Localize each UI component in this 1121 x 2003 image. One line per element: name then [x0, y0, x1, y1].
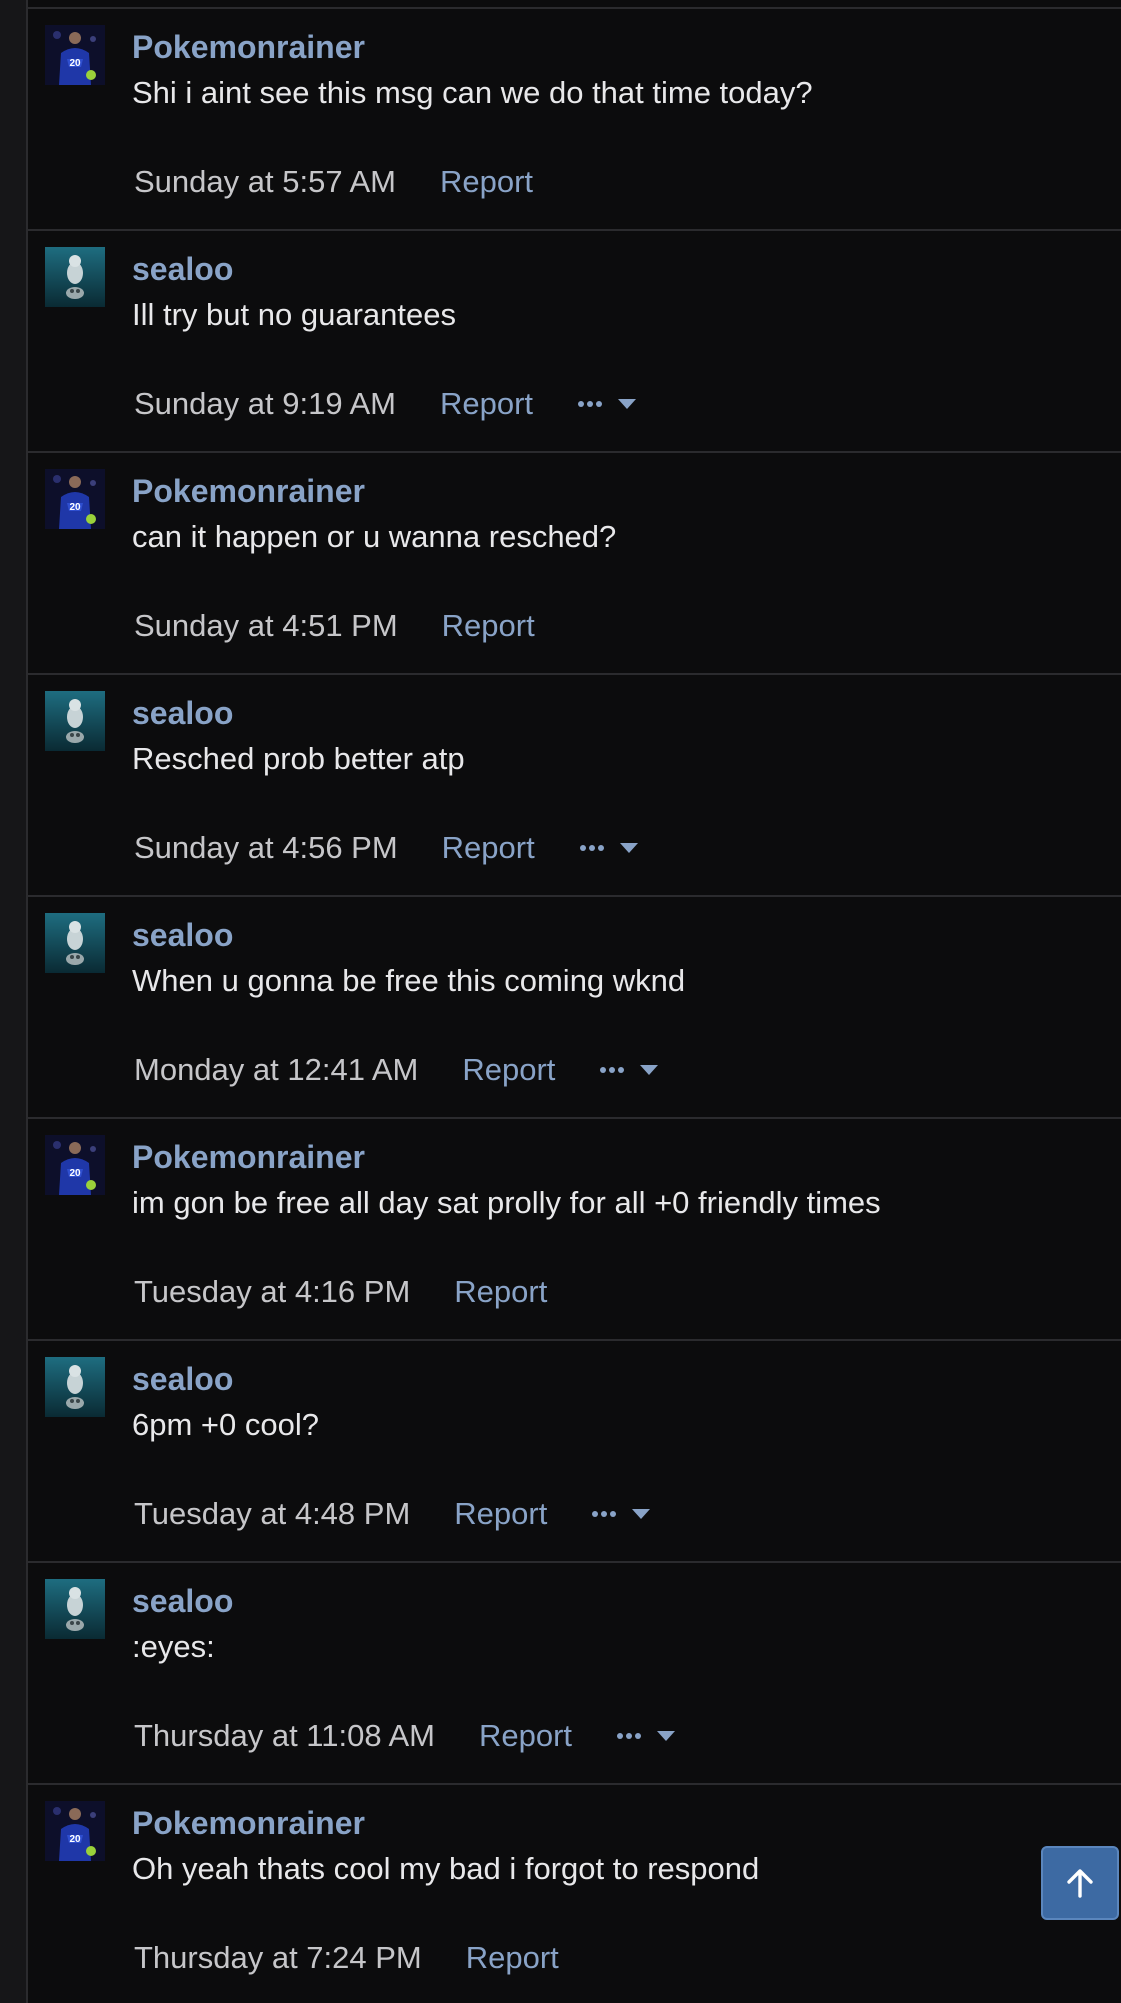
- report-link[interactable]: Report: [440, 164, 533, 200]
- message-timestamp[interactable]: Tuesday at 4:16 PM: [134, 1274, 410, 1310]
- caret-down-icon: [640, 1065, 659, 1075]
- message-text: Oh yeah thats cool my bad i forgot to re…: [132, 1851, 760, 1886]
- message-item: sealoo Ill try but no guarantees Sunday at…: [28, 231, 1121, 453]
- avatar[interactable]: [45, 1579, 105, 1639]
- message-text: Shi i aint see this msg can we do that t…: [132, 75, 813, 110]
- message-footer: Monday at 12:41 AM Report: [134, 1052, 659, 1088]
- message-timestamp[interactable]: Thursday at 7:24 PM: [134, 1940, 422, 1976]
- message-item: 20 Pokemonrainer Shi i aint see this msg …: [28, 9, 1121, 231]
- username-link[interactable]: Pokemonrainer: [132, 473, 365, 510]
- message-footer: Sunday at 4:51 PM Report: [134, 608, 535, 644]
- message-item: sealoo :eyes: Thursday at 11:08 AM Report: [28, 1563, 1121, 1785]
- ellipsis-icon: [578, 401, 603, 407]
- username-link[interactable]: sealoo: [132, 1361, 233, 1398]
- message-item: 20 Pokemonrainer im gon be free all day s…: [28, 1119, 1121, 1341]
- arrow-up-icon: [1067, 1869, 1093, 1898]
- message-text: 6pm +0 cool?: [132, 1407, 319, 1442]
- report-link[interactable]: Report: [454, 1496, 547, 1532]
- message-text: Resched prob better atp: [132, 741, 465, 776]
- username-link[interactable]: Pokemonrainer: [132, 1139, 365, 1176]
- avatar[interactable]: [45, 913, 105, 973]
- message-footer: Sunday at 9:19 AM Report: [134, 386, 637, 422]
- avatar[interactable]: [45, 1357, 105, 1417]
- message-timestamp[interactable]: Thursday at 11:08 AM: [134, 1718, 435, 1754]
- message-item: 20 Pokemonrainer Oh yeah thats cool my ba…: [28, 1785, 1121, 2003]
- jersey-player-icon: 20: [45, 1801, 105, 1861]
- username-link[interactable]: sealoo: [132, 917, 233, 954]
- ellipsis-icon: [592, 1511, 617, 1517]
- report-link[interactable]: Report: [442, 608, 535, 644]
- more-options-menu[interactable]: [577, 398, 637, 410]
- svg-text:20: 20: [69, 1834, 81, 1845]
- seal-icon: [45, 1357, 105, 1417]
- more-options-menu[interactable]: [599, 1064, 659, 1076]
- message-text: can it happen or u wanna resched?: [132, 519, 617, 554]
- username-link[interactable]: sealoo: [132, 251, 233, 288]
- divider: [28, 0, 1121, 9]
- message-item: sealoo Resched prob better atp Sunday at 4…: [28, 675, 1121, 897]
- message-footer: Thursday at 7:24 PM Report: [134, 1940, 559, 1976]
- caret-down-icon: [619, 843, 638, 853]
- message-footer: Sunday at 4:56 PM Report: [134, 830, 639, 866]
- jersey-player-icon: 20: [45, 469, 105, 529]
- jersey-player-icon: 20: [45, 1135, 105, 1195]
- ellipsis-icon: [600, 1067, 625, 1073]
- message-timestamp[interactable]: Sunday at 4:56 PM: [134, 830, 398, 866]
- scroll-to-top-button[interactable]: [1041, 1846, 1119, 1920]
- message-text: When u gonna be free this coming wknd: [132, 963, 686, 998]
- more-options-menu[interactable]: [579, 842, 639, 854]
- username-link[interactable]: Pokemonrainer: [132, 29, 365, 66]
- avatar[interactable]: 20: [45, 1135, 105, 1195]
- message-text: im gon be free all day sat prolly for al…: [132, 1185, 881, 1220]
- report-link[interactable]: Report: [454, 1274, 547, 1310]
- avatar[interactable]: 20: [45, 1801, 105, 1861]
- avatar[interactable]: 20: [45, 25, 105, 85]
- message-footer: Thursday at 11:08 AM Report: [134, 1718, 676, 1754]
- username-link[interactable]: Pokemonrainer: [132, 1805, 365, 1842]
- message-item: 20 Pokemonrainer can it happen or u wanna…: [28, 453, 1121, 675]
- more-options-menu[interactable]: [591, 1508, 651, 1520]
- message-timestamp[interactable]: Sunday at 4:51 PM: [134, 608, 398, 644]
- more-options-menu[interactable]: [616, 1730, 676, 1742]
- seal-icon: [45, 691, 105, 751]
- seal-icon: [45, 1579, 105, 1639]
- message-timestamp[interactable]: Sunday at 5:57 AM: [134, 164, 396, 200]
- caret-down-icon: [632, 1509, 651, 1519]
- message-text: :eyes:: [132, 1629, 215, 1664]
- svg-text:20: 20: [69, 1168, 81, 1179]
- message-footer: Tuesday at 4:48 PM Report: [134, 1496, 651, 1532]
- avatar[interactable]: [45, 691, 105, 751]
- report-link[interactable]: Report: [466, 1940, 559, 1976]
- report-link[interactable]: Report: [442, 830, 535, 866]
- report-link[interactable]: Report: [462, 1052, 555, 1088]
- svg-text:20: 20: [69, 58, 81, 69]
- report-link[interactable]: Report: [479, 1718, 572, 1754]
- message-footer: Tuesday at 4:16 PM Report: [134, 1274, 547, 1310]
- caret-down-icon: [618, 399, 637, 409]
- seal-icon: [45, 247, 105, 307]
- message-footer: Sunday at 5:57 AM Report: [134, 164, 533, 200]
- message-timestamp[interactable]: Monday at 12:41 AM: [134, 1052, 418, 1088]
- message-text: Ill try but no guarantees: [132, 297, 456, 332]
- message-timestamp[interactable]: Tuesday at 4:48 PM: [134, 1496, 410, 1532]
- message-timestamp[interactable]: Sunday at 9:19 AM: [134, 386, 396, 422]
- caret-down-icon: [657, 1731, 676, 1741]
- ellipsis-icon: [617, 1733, 642, 1739]
- jersey-player-icon: 20: [45, 25, 105, 85]
- message-item: sealoo When u gonna be free this coming w…: [28, 897, 1121, 1119]
- conversation-page: 20 Pokemonrainer Shi i aint see this msg …: [0, 0, 1121, 2003]
- report-link[interactable]: Report: [440, 386, 533, 422]
- message-item: sealoo 6pm +0 cool? Tuesday at 4:48 PM Repo…: [28, 1341, 1121, 1563]
- avatar[interactable]: [45, 247, 105, 307]
- svg-text:20: 20: [69, 502, 81, 513]
- username-link[interactable]: sealoo: [132, 1583, 233, 1620]
- message-thread: 20 Pokemonrainer Shi i aint see this msg …: [26, 0, 1121, 2003]
- avatar[interactable]: 20: [45, 469, 105, 529]
- ellipsis-icon: [579, 845, 604, 851]
- username-link[interactable]: sealoo: [132, 695, 233, 732]
- seal-icon: [45, 913, 105, 973]
